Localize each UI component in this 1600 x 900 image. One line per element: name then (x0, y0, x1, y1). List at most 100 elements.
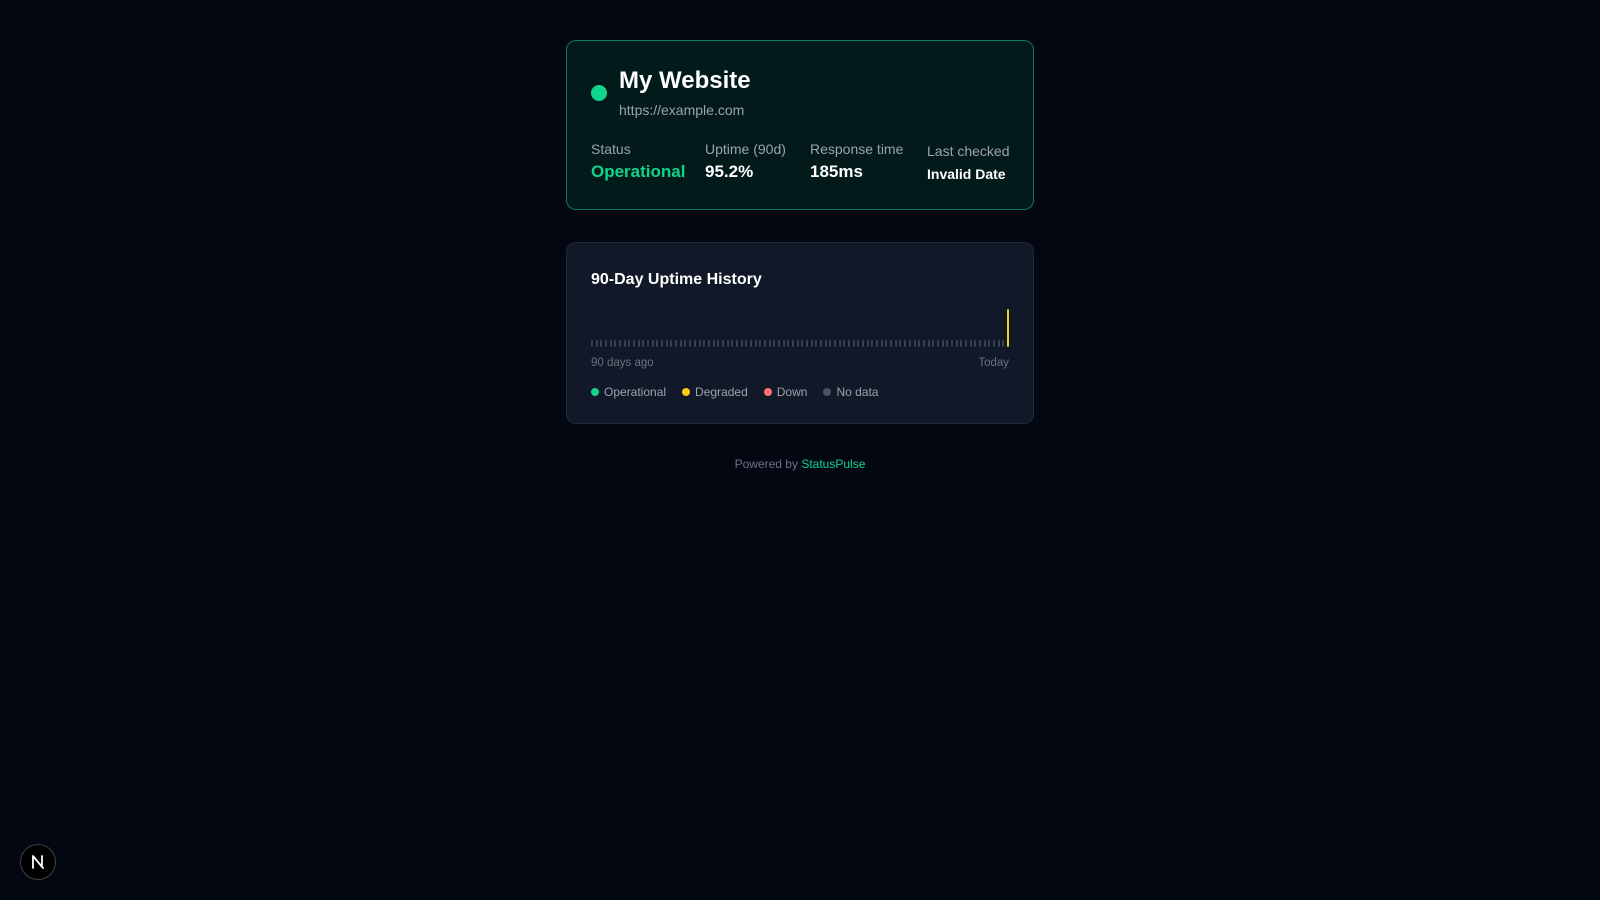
uptime-day-bar[interactable] (796, 340, 799, 347)
uptime-day-bar[interactable] (904, 340, 907, 347)
uptime-day-bar[interactable] (848, 340, 851, 347)
uptime-day-bar[interactable] (591, 340, 593, 347)
uptime-day-bar[interactable] (731, 340, 734, 347)
uptime-day-bar[interactable] (866, 340, 869, 347)
uptime-day-bar[interactable] (675, 340, 678, 347)
monitor-status-card: My Website https://example.com Status Op… (566, 40, 1034, 210)
legend-label-operational: Operational (604, 385, 667, 399)
uptime-day-bar[interactable] (960, 340, 963, 347)
uptime-day-bar[interactable] (679, 340, 682, 347)
uptime-day-bar[interactable] (950, 340, 953, 347)
uptime-day-bar[interactable] (885, 340, 888, 347)
uptime-day-bar[interactable] (661, 340, 664, 347)
uptime-day-bar[interactable] (665, 340, 668, 347)
uptime-day-bar[interactable] (703, 340, 706, 347)
uptime-day-bar[interactable] (908, 340, 911, 347)
footer-brand-link[interactable]: StatusPulse (801, 457, 865, 471)
uptime-day-bar[interactable] (773, 340, 776, 347)
stat-last-checked: Last checked Invalid Date (927, 143, 1010, 182)
uptime-day-bar[interactable] (721, 340, 724, 347)
uptime-day-bar[interactable] (890, 340, 893, 347)
uptime-day-bar[interactable] (749, 340, 752, 347)
uptime-day-bar[interactable] (633, 340, 636, 347)
uptime-day-bar[interactable] (978, 340, 981, 347)
uptime-day-bar[interactable] (754, 340, 757, 347)
uptime-day-bar[interactable] (628, 340, 631, 347)
uptime-day-bar[interactable] (932, 340, 935, 347)
uptime-day-bar[interactable] (651, 340, 654, 347)
uptime-day-bar[interactable] (834, 340, 837, 347)
uptime-day-bar[interactable] (745, 340, 748, 347)
history-end-label: Today (978, 357, 1009, 369)
uptime-day-bar[interactable] (605, 340, 608, 347)
uptime-day-bar[interactable] (717, 340, 720, 347)
uptime-day-bar[interactable] (974, 340, 977, 347)
uptime-day-bar[interactable] (693, 340, 696, 347)
uptime-day-bar[interactable] (801, 340, 804, 347)
uptime-day-bar[interactable] (656, 340, 659, 347)
uptime-day-bar[interactable] (941, 340, 944, 347)
uptime-day-bar[interactable] (791, 340, 794, 347)
stat-last-checked-value: Invalid Date (927, 166, 1006, 182)
uptime-day-bar[interactable] (946, 340, 949, 347)
uptime-day-bar[interactable] (894, 340, 897, 347)
uptime-day-bar[interactable] (876, 340, 879, 347)
uptime-day-bar[interactable] (759, 340, 762, 347)
uptime-day-bar[interactable] (735, 340, 738, 347)
uptime-day-bar[interactable] (595, 340, 598, 347)
uptime-day-bar[interactable] (726, 340, 729, 347)
uptime-day-bar[interactable] (806, 340, 808, 347)
uptime-day-bar[interactable] (1007, 309, 1009, 347)
uptime-day-bar[interactable] (670, 340, 673, 347)
uptime-day-bar[interactable] (820, 340, 823, 347)
uptime-day-bar[interactable] (997, 340, 1000, 347)
uptime-day-bar[interactable] (857, 340, 860, 347)
uptime-day-bar[interactable] (684, 340, 687, 347)
uptime-day-bar[interactable] (782, 340, 785, 347)
uptime-day-bar[interactable] (871, 340, 874, 347)
uptime-day-bar[interactable] (922, 340, 925, 347)
uptime-day-bar[interactable] (763, 340, 766, 347)
site-url[interactable]: https://example.com (619, 102, 744, 118)
uptime-day-bar[interactable] (913, 340, 916, 347)
uptime-day-bar[interactable] (712, 340, 715, 347)
uptime-day-bar[interactable] (899, 340, 902, 347)
uptime-day-bar[interactable] (609, 340, 612, 347)
uptime-day-bar[interactable] (637, 340, 640, 347)
uptime-day-bar[interactable] (955, 340, 958, 347)
uptime-day-bar[interactable] (623, 340, 626, 347)
footer: Powered by StatusPulse (0, 457, 1600, 471)
uptime-day-bar[interactable] (918, 340, 921, 347)
uptime-day-bar[interactable] (936, 340, 939, 347)
uptime-day-bar[interactable] (843, 340, 846, 347)
uptime-day-bar[interactable] (600, 340, 603, 347)
uptime-day-bar[interactable] (1002, 340, 1005, 347)
uptime-day-bar[interactable] (964, 340, 967, 347)
uptime-day-bar[interactable] (880, 340, 883, 347)
legend-dot-operational (591, 388, 599, 396)
uptime-day-bar[interactable] (707, 340, 710, 347)
uptime-day-bar[interactable] (787, 340, 790, 347)
uptime-day-bar[interactable] (642, 340, 645, 347)
uptime-day-bar[interactable] (824, 340, 827, 347)
uptime-day-bar[interactable] (740, 340, 743, 347)
uptime-day-bar[interactable] (862, 340, 865, 347)
uptime-day-bar[interactable] (852, 340, 855, 347)
uptime-day-bar[interactable] (698, 340, 701, 347)
nextjs-dev-badge[interactable] (20, 844, 56, 880)
uptime-day-bar[interactable] (614, 340, 617, 347)
uptime-day-bar[interactable] (969, 340, 972, 347)
uptime-day-bar[interactable] (768, 340, 771, 347)
uptime-day-bar[interactable] (619, 340, 622, 347)
uptime-day-bar[interactable] (927, 340, 930, 347)
uptime-day-bar[interactable] (815, 340, 818, 347)
uptime-day-bar[interactable] (647, 340, 650, 347)
uptime-day-bar[interactable] (992, 340, 995, 347)
uptime-day-bar[interactable] (829, 340, 832, 347)
uptime-day-bar[interactable] (689, 340, 692, 347)
uptime-day-bar[interactable] (810, 340, 813, 347)
uptime-day-bar[interactable] (988, 340, 991, 347)
uptime-day-bar[interactable] (983, 340, 986, 347)
uptime-day-bar[interactable] (838, 340, 841, 347)
uptime-day-bar[interactable] (777, 340, 780, 347)
